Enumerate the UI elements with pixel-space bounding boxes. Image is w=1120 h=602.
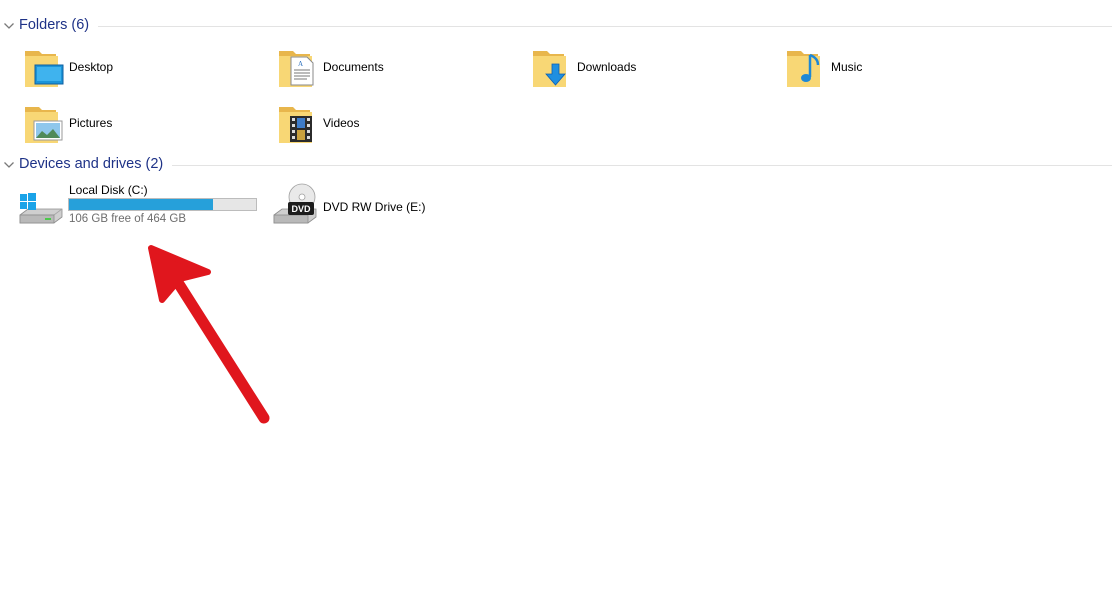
group-divider (172, 165, 1112, 166)
folder-music[interactable]: Music (785, 47, 1005, 95)
music-folder-icon (787, 51, 820, 87)
drives-group-title: Devices and drives (2) (19, 156, 164, 172)
chevron-down-icon[interactable] (3, 20, 15, 32)
chevron-down-icon[interactable] (3, 159, 15, 171)
drives-group-header[interactable]: Devices and drives (2) (0, 154, 1120, 176)
drive-label: DVD RW Drive (E:) (323, 200, 426, 214)
folder-label: Desktop (69, 60, 114, 74)
drive-local-disk-c[interactable]: Local Disk (C:) 106 GB free of 464 GB (18, 183, 263, 231)
folder-label: Music (831, 60, 863, 74)
svg-text:A: A (298, 60, 303, 68)
dvd-badge-text: DVD (291, 204, 311, 214)
folder-videos[interactable]: Videos (277, 103, 497, 151)
pictures-folder-icon (25, 107, 63, 143)
folder-label: Documents (323, 60, 384, 74)
local-disk-icon (19, 193, 63, 224)
folder-pictures[interactable]: Pictures (23, 103, 243, 151)
disk-free-space: 106 GB free of 464 GB (69, 213, 186, 225)
group-divider (98, 26, 1112, 27)
downloads-folder-icon (533, 51, 566, 87)
desktop-folder-icon (25, 51, 64, 87)
folders-group-header[interactable]: Folders (6) (0, 15, 1120, 37)
drive-label: Local Disk (C:) (69, 183, 148, 197)
disk-usage-bar (68, 198, 257, 211)
folder-label: Videos (323, 116, 360, 130)
folder-label: Downloads (577, 60, 637, 74)
folder-documents[interactable]: A Documents (277, 47, 497, 95)
folders-group-title: Folders (6) (19, 17, 90, 33)
folder-desktop[interactable]: Desktop (23, 47, 243, 95)
dvd-drive-icon: DVD (273, 183, 317, 224)
videos-folder-icon (279, 107, 312, 143)
drive-dvd-e[interactable]: DVD DVD RW Drive (E:) (272, 183, 472, 231)
disk-usage-fill (69, 199, 213, 210)
documents-folder-icon: A (279, 51, 314, 87)
folder-label: Pictures (69, 116, 113, 130)
folder-downloads[interactable]: Downloads (531, 47, 751, 95)
